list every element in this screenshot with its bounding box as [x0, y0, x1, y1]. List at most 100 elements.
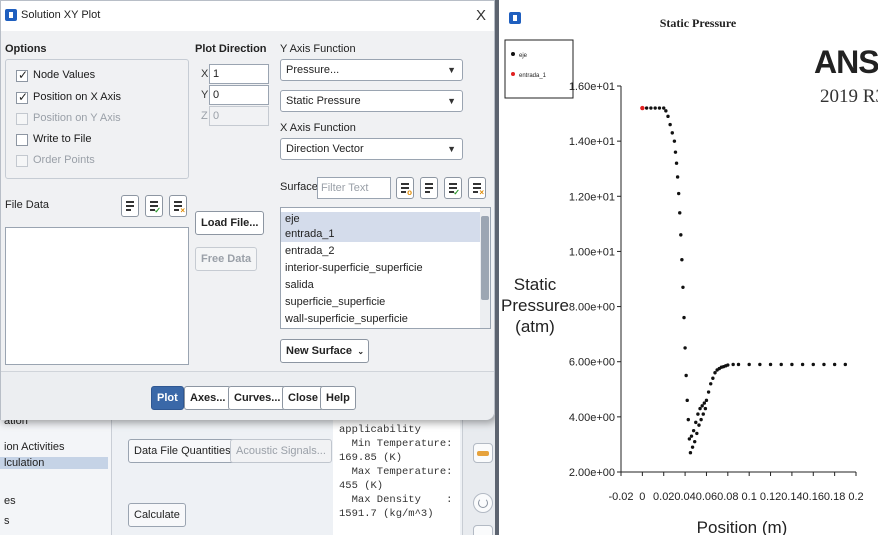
- acoustic-signals-button[interactable]: Acoustic Signals...: [230, 439, 332, 463]
- task-panel: Data File Quantities... Acoustic Signals…: [118, 415, 333, 535]
- x-tick-label: 0.18: [824, 491, 845, 503]
- tree-item[interactable]: es: [4, 495, 16, 507]
- data-point-eje: [811, 362, 815, 367]
- data-point-eje: [696, 412, 700, 416]
- x-axis-function-label: X Axis Function: [280, 122, 356, 134]
- legend-box: [504, 39, 574, 99]
- dropdown-value: Pressure...: [286, 64, 340, 76]
- scrollbar-thumb[interactable]: [481, 216, 489, 300]
- x-axis-function-dropdown[interactable]: Direction Vector ▼: [280, 138, 463, 160]
- console-line: applicability: [339, 424, 421, 436]
- list-item[interactable]: interior-superficie_superficie: [281, 261, 481, 276]
- outline-tree: ation ion Activities lculation es s: [0, 415, 112, 535]
- data-point-eje: [688, 451, 693, 455]
- list-item[interactable]: superficie_superficie: [281, 295, 481, 310]
- plot-direction-label: Plot Direction: [195, 43, 267, 55]
- info-icon[interactable]: [473, 525, 493, 535]
- load-file-button[interactable]: Load File...: [195, 211, 265, 235]
- list-item[interactable]: wall-superficie_superficie: [281, 312, 481, 327]
- list-item[interactable]: salida: [281, 278, 481, 293]
- data-point-eje: [706, 390, 711, 394]
- data-point-eje: [685, 398, 689, 403]
- legend-marker: [511, 72, 515, 76]
- axes-button[interactable]: Axes...: [184, 386, 232, 410]
- toggle-icon[interactable]: [473, 443, 493, 463]
- data-point-eje: [679, 233, 683, 237]
- select-all-icon[interactable]: ✓: [444, 177, 462, 199]
- data-point-eje: [701, 412, 705, 416]
- x-tick-label: 0.14: [781, 491, 802, 503]
- dialog-titlebar[interactable]: Solution XY Plot X: [1, 1, 494, 31]
- data-point-eje: [668, 122, 672, 127]
- data-point-eje: [680, 258, 684, 262]
- data-point-eje: [666, 114, 670, 119]
- data-point-eje: [726, 363, 730, 367]
- data-point-eje: [704, 398, 709, 403]
- deselect-all-icon[interactable]: ×: [468, 177, 486, 199]
- list-item-selected[interactable]: eje: [281, 212, 481, 227]
- data-point-eje: [690, 445, 695, 449]
- y-axis-category-dropdown[interactable]: Pressure... ▼: [280, 59, 463, 81]
- y-tick-label: 1.60e+01: [569, 81, 615, 93]
- surfaces-list[interactable]: eje entrada_1 entrada_2 interior-superfi…: [280, 207, 491, 329]
- data-point-eje: [702, 401, 707, 405]
- data-point-eje: [731, 362, 735, 367]
- checkbox-label: Position on Y Axis: [33, 112, 121, 124]
- data-point-eje: [644, 106, 649, 110]
- checkbox-empty-icon: [16, 113, 28, 125]
- y-axis-quantity-dropdown[interactable]: Static Pressure ▼: [280, 90, 463, 112]
- data-point-eje: [673, 150, 678, 154]
- list-scrollbar[interactable]: [480, 208, 490, 328]
- plot-button[interactable]: Plot: [151, 386, 184, 410]
- z-direction-label: Z: [201, 110, 208, 122]
- x-direction-label: X: [201, 68, 209, 80]
- y-direction-input[interactable]: 0: [209, 85, 269, 105]
- x-tick-label: 0.12: [760, 491, 781, 503]
- x-direction-input[interactable]: 1: [209, 64, 269, 84]
- select-filter-icon[interactable]: o: [396, 177, 414, 199]
- tree-item[interactable]: ion Activities: [4, 441, 65, 453]
- x-tick-label: 0.1: [742, 491, 757, 503]
- close-icon[interactable]: X: [476, 7, 486, 24]
- free-data-button[interactable]: Free Data: [195, 247, 258, 271]
- deselect-all-icon[interactable]: ×: [169, 195, 187, 217]
- z-direction-input[interactable]: 0: [209, 106, 269, 126]
- list-icon[interactable]: [420, 177, 438, 199]
- surfaces-filter-input[interactable]: Filter Text: [317, 177, 391, 199]
- data-point-eje: [682, 315, 686, 320]
- x-tick-label: 0.2: [848, 491, 863, 503]
- curves-button[interactable]: Curves...: [228, 386, 287, 410]
- chevron-down-icon: ▼: [447, 96, 456, 106]
- x-tick-label: 0.02: [653, 491, 674, 503]
- calculate-button[interactable]: Calculate: [128, 503, 186, 527]
- legend-label: eje: [519, 53, 528, 59]
- data-point-eje: [649, 106, 653, 110]
- data-point-eje: [711, 376, 715, 380]
- data-file-quantities-button[interactable]: Data File Quantities...: [128, 439, 246, 463]
- x-tick-label: 0.06: [696, 491, 717, 503]
- data-point-eje: [822, 362, 826, 367]
- data-point-eje: [700, 404, 704, 408]
- data-point-eje: [736, 362, 741, 367]
- x-tick-label: 0.16: [803, 491, 824, 503]
- dialog-title: Solution XY Plot: [21, 9, 101, 21]
- tree-item-selected[interactable]: lculation: [0, 457, 108, 469]
- data-point-eje: [674, 161, 679, 165]
- ansys-version-text: 2019 R3: [820, 86, 878, 107]
- list-item[interactable]: entrada_2: [281, 244, 481, 259]
- close-button[interactable]: Close: [282, 386, 324, 410]
- ansys-logo: ANSYS 2019 R3: [810, 42, 878, 122]
- data-point-eje: [832, 362, 837, 367]
- new-surface-button[interactable]: New Surface ⌄: [280, 339, 370, 363]
- checkbox-label: Write to File: [33, 133, 92, 145]
- help-button[interactable]: Help: [320, 386, 356, 410]
- y-tick-label: 4.00e+00: [569, 412, 615, 424]
- tree-item[interactable]: s: [4, 515, 10, 527]
- list-item-selected[interactable]: entrada_1: [281, 227, 481, 242]
- list-icon[interactable]: [121, 195, 139, 217]
- y-axis-function-label: Y Axis Function: [280, 43, 356, 55]
- file-data-list[interactable]: [5, 227, 189, 365]
- data-point-eje: [676, 191, 681, 196]
- refresh-icon[interactable]: [473, 493, 493, 513]
- select-all-icon[interactable]: ✓: [145, 195, 163, 217]
